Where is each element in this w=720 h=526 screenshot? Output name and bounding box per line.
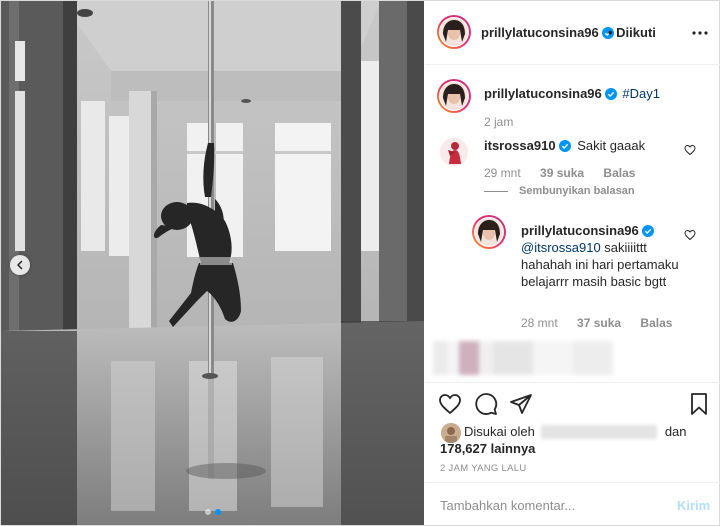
- verified-badge-icon: [558, 140, 571, 152]
- comment-time[interactable]: 29 mnt: [484, 166, 521, 180]
- post-header: prillylatuconsina96 • Diikuti: [425, 1, 720, 65]
- chevron-left-icon: [17, 260, 23, 270]
- like-heart-icon[interactable]: [438, 392, 462, 416]
- reply-time[interactable]: 28 mnt: [521, 316, 558, 330]
- replies-divider: [484, 191, 508, 192]
- add-comment-bar: Tambahkan komentar... Kirim: [425, 482, 720, 526]
- comments-section: prillylatuconsina96 #Day1 2 jam itsrossa…: [425, 65, 720, 381]
- post-caption: prillylatuconsina96 #Day1: [484, 86, 660, 101]
- post-actions: Disukai oleh dan 178,627 lainnya 2 JAM YA…: [425, 382, 720, 483]
- likes-conjunction: dan: [664, 424, 687, 439]
- post-timestamp[interactable]: 2 JAM YANG LALU: [440, 463, 527, 474]
- carousel-dot-active: [214, 509, 221, 515]
- save-bookmark-icon[interactable]: [687, 392, 711, 416]
- comment-likes[interactable]: 39 suka: [540, 166, 584, 180]
- post-comment-button[interactable]: Kirim: [677, 498, 710, 513]
- comment: itsrossa910 Sakit gaaak: [484, 138, 645, 153]
- comment-text: Sakit gaaak: [577, 138, 646, 153]
- profile-photo: [475, 218, 503, 246]
- post-details-panel: prillylatuconsina96 • Diikuti prillylatu…: [425, 1, 720, 525]
- post-photo[interactable]: [1, 1, 424, 525]
- profile-photo: [440, 82, 468, 110]
- hide-replies-button[interactable]: Sembunyikan balasan: [519, 185, 635, 197]
- caption-time[interactable]: 2 jam: [484, 115, 513, 129]
- commenter-avatar[interactable]: [440, 138, 468, 166]
- reply-button[interactable]: Balas: [603, 166, 635, 180]
- previous-image-button[interactable]: [10, 255, 30, 275]
- comment-input[interactable]: Tambahkan komentar...: [440, 498, 575, 513]
- reply-meta: 28 mnt 37 suka Balas: [521, 316, 688, 330]
- verified-badge-icon: [641, 225, 654, 237]
- mention-link[interactable]: @itsrossa910: [521, 240, 601, 255]
- carousel-dot: [204, 509, 211, 515]
- reply-likes[interactable]: 37 suka: [577, 316, 621, 330]
- comment-meta: 29 mnt 39 suka Balas: [484, 166, 651, 180]
- reply-button[interactable]: Balas: [640, 316, 672, 330]
- more-horizontal-icon[interactable]: [690, 23, 710, 43]
- reply-author-avatar[interactable]: [472, 215, 506, 249]
- follow-status[interactable]: • Diikuti: [608, 25, 656, 40]
- profile-photo: [440, 18, 468, 46]
- likes-summary: Disukai oleh dan 178,627 lainnya: [440, 423, 687, 457]
- author-avatar[interactable]: [437, 15, 471, 49]
- reply-username[interactable]: prillylatuconsina96: [521, 223, 639, 238]
- caption-username[interactable]: prillylatuconsina96: [484, 86, 602, 101]
- verified-badge-icon: [604, 88, 617, 100]
- likes-prefix: Disukai oleh: [464, 424, 535, 439]
- pole-dance-photo: [1, 1, 424, 525]
- carousel-indicator: [1, 509, 424, 515]
- hashtag-link[interactable]: #Day1: [622, 86, 660, 101]
- instagram-post-modal: prillylatuconsina96 • Diikuti prillylatu…: [0, 0, 720, 526]
- author-username-text[interactable]: prillylatuconsina96: [481, 25, 599, 40]
- comment-bubble-icon[interactable]: [474, 392, 498, 416]
- profile-photo: [440, 138, 468, 166]
- author-username[interactable]: prillylatuconsina96: [481, 25, 614, 40]
- caption-author-avatar[interactable]: [437, 79, 471, 113]
- likes-count[interactable]: 178,627 lainnya: [440, 441, 535, 456]
- comment-username[interactable]: itsrossa910: [484, 138, 556, 153]
- like-comment-heart-icon[interactable]: [684, 144, 696, 156]
- blurred-comment: [433, 341, 613, 375]
- share-paper-plane-icon[interactable]: [509, 392, 533, 416]
- like-reply-heart-icon[interactable]: [684, 229, 696, 241]
- blurred-liker-name[interactable]: [540, 425, 657, 439]
- reply-comment: prillylatuconsina96 @itsrossa910 sakiiii…: [521, 222, 691, 290]
